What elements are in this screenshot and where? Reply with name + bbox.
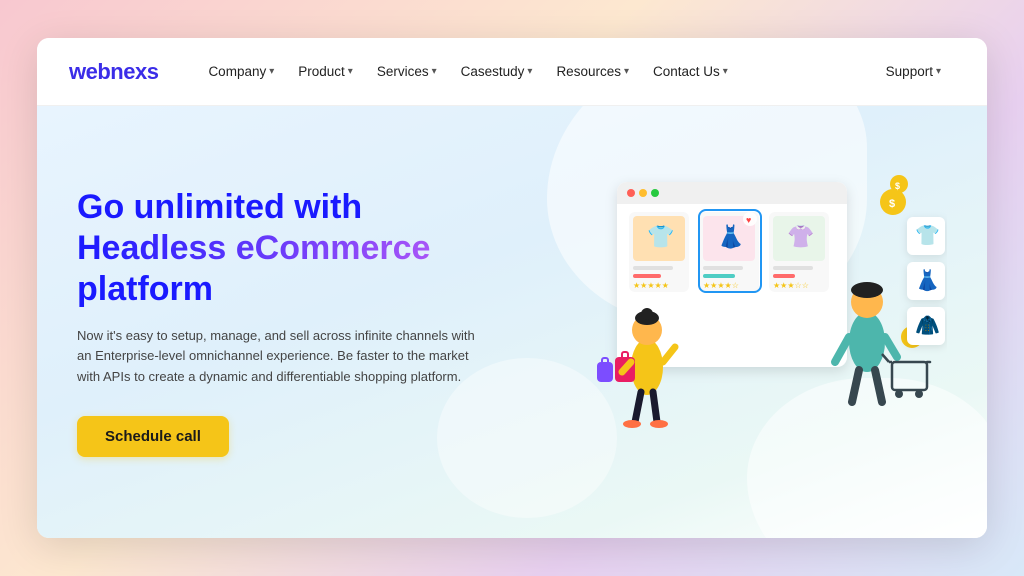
svg-text:♥: ♥ [746, 215, 751, 225]
header: webnexs Company ▾ Product ▾ Services ▾ C… [37, 38, 987, 106]
hero-section: Go unlimited with Headless eCommerce pla… [37, 106, 987, 538]
svg-text:👚: 👚 [787, 224, 814, 249]
logo[interactable]: webnexs [69, 59, 158, 85]
main-window: webnexs Company ▾ Product ▾ Services ▾ C… [37, 38, 987, 538]
chevron-down-icon: ▾ [527, 66, 532, 77]
chevron-down-icon: ▾ [432, 66, 437, 77]
hero-title: Go unlimited with Headless eCommerce pla… [77, 187, 477, 309]
svg-text:👗: 👗 [915, 268, 940, 292]
hero-content: Go unlimited with Headless eCommerce pla… [37, 155, 517, 489]
svg-text:★★★★★: ★★★★★ [633, 281, 669, 290]
main-nav: Company ▾ Product ▾ Services ▾ Casestudy… [198, 58, 871, 85]
nav-company[interactable]: Company ▾ [198, 58, 284, 85]
nav-resources[interactable]: Resources ▾ [546, 58, 639, 85]
schedule-call-button[interactable]: Schedule call [77, 416, 229, 457]
hero-description: Now it's easy to setup, manage, and sell… [77, 326, 477, 388]
chevron-down-icon: ▾ [936, 66, 941, 77]
svg-text:👕: 👕 [647, 224, 674, 249]
chevron-down-icon: ▾ [723, 66, 728, 77]
svg-text:🧥: 🧥 [915, 315, 940, 337]
chevron-down-icon: ▾ [624, 66, 629, 77]
svg-text:$: $ [889, 198, 895, 210]
svg-text:★★★☆☆: ★★★☆☆ [773, 281, 809, 290]
svg-text:👗: 👗 [717, 224, 744, 249]
support-button[interactable]: Support ▾ [872, 58, 955, 85]
hero-illustration: 👕 ★★★★★ 👗 ★★★★☆ 👚 ★★★☆☆ [567, 162, 947, 482]
chevron-down-icon: ▾ [348, 66, 353, 77]
svg-text:👕: 👕 [915, 225, 940, 247]
nav-product[interactable]: Product ▾ [288, 58, 363, 85]
nav-services[interactable]: Services ▾ [367, 58, 447, 85]
nav-casestudy[interactable]: Casestudy ▾ [451, 58, 543, 85]
svg-text:$: $ [895, 181, 900, 191]
chevron-down-icon: ▾ [269, 66, 274, 77]
nav-contact[interactable]: Contact Us ▾ [643, 58, 738, 85]
svg-text:★★★★☆: ★★★★☆ [703, 281, 739, 290]
